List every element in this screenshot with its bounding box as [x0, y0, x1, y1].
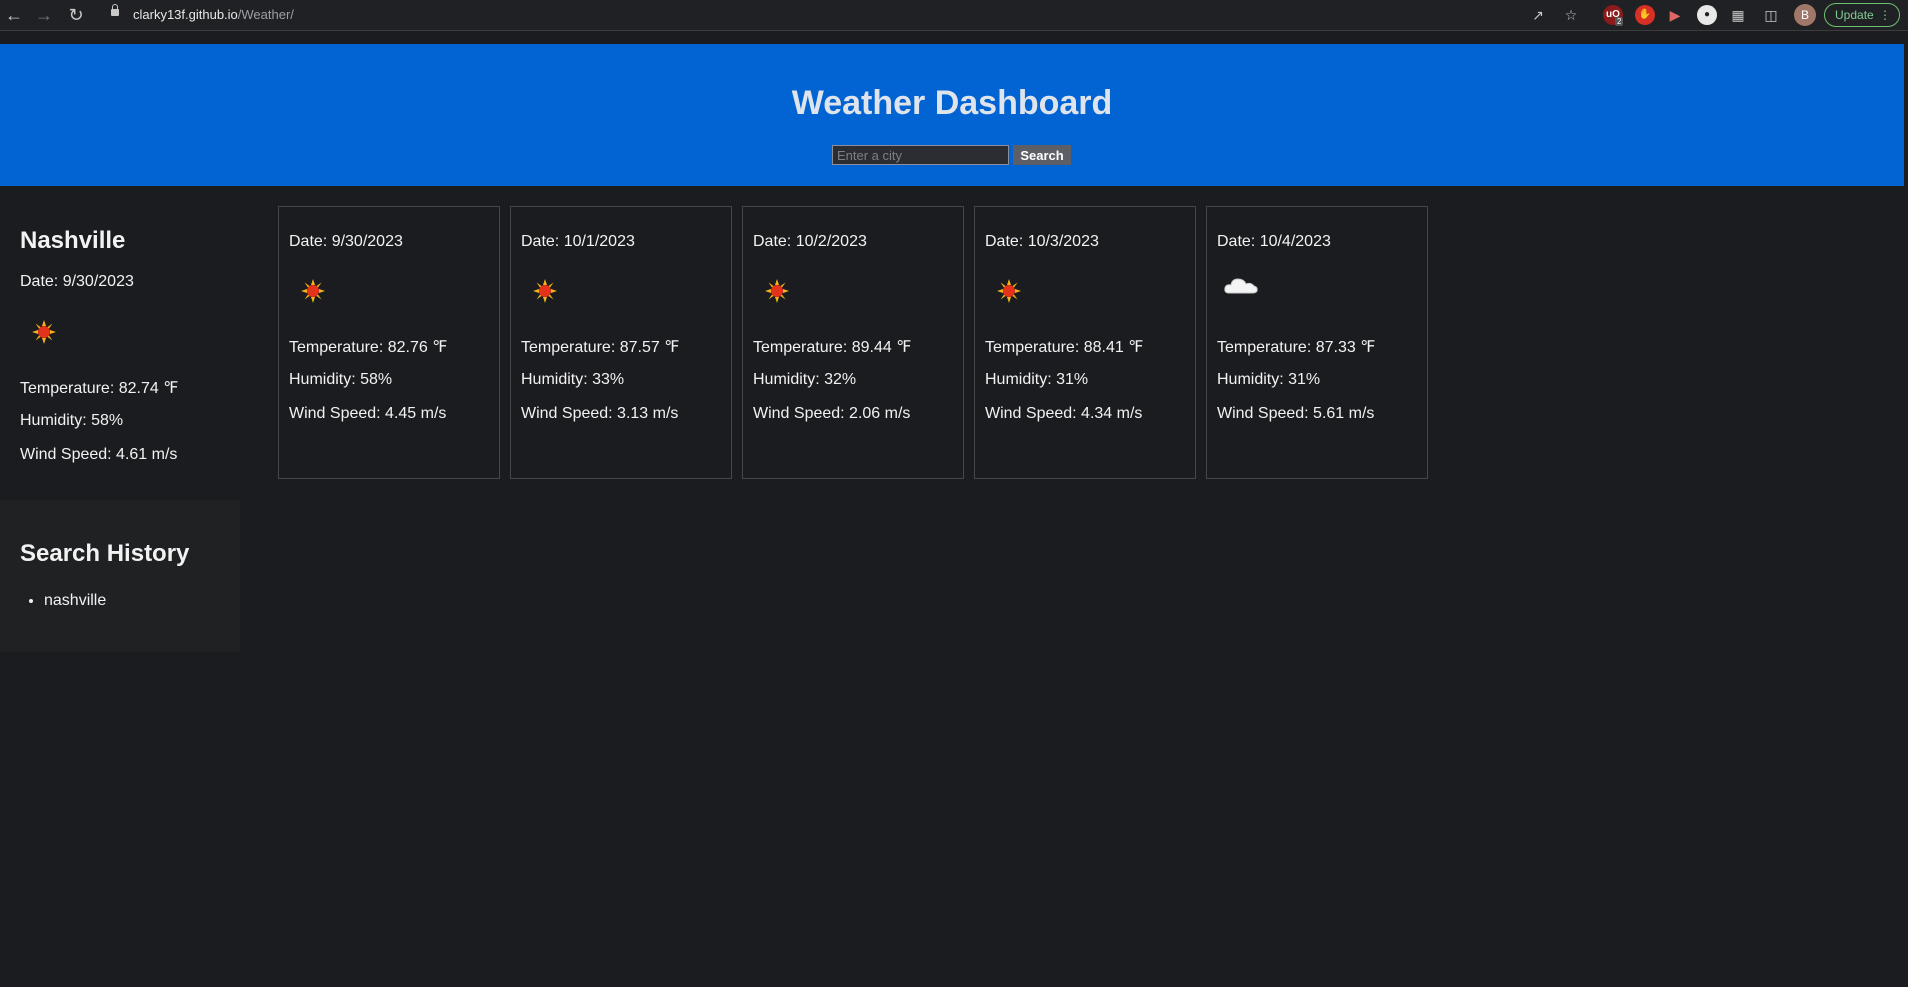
forecast-card: Date: 10/2/2023 Temperature: 89.44 ℉ Humid…	[742, 206, 964, 479]
forecast-card: Date: 10/1/2023 Temperature: 87.57 ℉ Humid…	[510, 206, 732, 479]
url-text[interactable]: clarky13f.github.io/Weather/	[133, 7, 294, 22]
sun-icon	[533, 279, 557, 303]
forecast-wind-speed: Wind Speed: 4.45 m/s	[289, 405, 447, 422]
forecast-card: Date: 10/3/2023 Temperature: 88.41 ℉ Humid…	[974, 206, 1196, 479]
share-icon[interactable]: ↗	[1528, 5, 1548, 25]
current-humidity: Humidity: 58%	[20, 412, 124, 429]
cloud-icon	[1224, 278, 1258, 294]
current-weather: Nashville Date: 9/30/2023 Temperature: 8…	[0, 186, 240, 499]
sun-icon	[765, 279, 789, 303]
sun-icon	[997, 279, 1021, 303]
profile-avatar[interactable]: B	[1794, 4, 1816, 26]
forecast-temperature: Temperature: 88.41 ℉	[985, 339, 1144, 356]
forecast-card: Date: 9/30/2023 Temperature: 82.76 ℉ Humid…	[278, 206, 500, 479]
forecast-card: Date: 10/4/2023 Temperature: 87.33 ℉ Humid…	[1206, 206, 1428, 479]
city-search-input[interactable]	[832, 145, 1009, 165]
current-wind-speed: Wind Speed: 4.61 m/s	[20, 446, 178, 463]
forecast-date: Date: 10/2/2023	[753, 233, 867, 250]
forecast-date: Date: 10/3/2023	[985, 233, 1099, 250]
forecast-date: Date: 10/1/2023	[521, 233, 635, 250]
forecast-wind-speed: Wind Speed: 3.13 m/s	[521, 405, 679, 422]
forecast-wind-speed: Wind Speed: 4.34 m/s	[985, 405, 1143, 422]
back-arrow-icon[interactable]: ←	[2, 3, 26, 27]
sun-icon	[32, 320, 56, 344]
forecast-humidity: Humidity: 33%	[521, 371, 625, 388]
forecast-wind-speed: Wind Speed: 5.61 m/s	[1217, 405, 1375, 422]
forecast-humidity: Humidity: 32%	[753, 371, 857, 388]
video-extension-icon[interactable]: ▶	[1665, 5, 1685, 25]
forecast-temperature: Temperature: 87.33 ℉	[1217, 339, 1376, 356]
circle-extension-icon[interactable]: ●	[1697, 5, 1717, 25]
current-date: Date: 9/30/2023	[20, 273, 134, 290]
reload-icon[interactable]: ↻	[64, 3, 88, 27]
forecast-temperature: Temperature: 82.76 ℉	[289, 339, 448, 356]
update-label: Update	[1835, 8, 1874, 22]
lock-icon[interactable]	[111, 4, 119, 16]
forecast-humidity: Humidity: 31%	[1217, 371, 1321, 388]
page-header: Weather Dashboard Search	[0, 44, 1904, 186]
page-title: Weather Dashboard	[791, 84, 1113, 122]
current-temperature: Temperature: 82.74 ℉	[20, 380, 179, 397]
search-history-list: nashville	[20, 592, 106, 610]
update-button[interactable]: Update ⋮	[1824, 3, 1900, 27]
forecast-date: Date: 10/4/2023	[1217, 233, 1331, 250]
search-button[interactable]: Search	[1013, 145, 1071, 165]
forecast-temperature: Temperature: 87.57 ℉	[521, 339, 680, 356]
search-history-title: Search History	[20, 540, 190, 567]
extension-badge: 2	[1615, 17, 1624, 26]
puzzle-extensions-icon[interactable]: ▦	[1728, 5, 1748, 25]
browser-toolbar: ← → ↻ clarky13f.github.io/Weather/ ↗ ☆ u…	[0, 0, 1908, 31]
forecast-humidity: Humidity: 31%	[985, 371, 1089, 388]
bookmark-star-icon[interactable]: ☆	[1561, 5, 1581, 25]
menu-dots-icon[interactable]: ⋮	[1879, 4, 1891, 26]
history-item[interactable]: nashville	[44, 592, 106, 610]
hand-extension-icon[interactable]: ✋	[1635, 5, 1655, 25]
forward-arrow-icon[interactable]: →	[32, 3, 56, 27]
address-bar[interactable]: clarky13f.github.io/Weather/	[99, 2, 1579, 28]
side-panel-icon[interactable]: ◫	[1761, 5, 1781, 25]
forecast-temperature: Temperature: 89.44 ℉	[753, 339, 912, 356]
search-history: Search History nashville	[0, 500, 240, 652]
sun-icon	[301, 279, 325, 303]
forecast-wind-speed: Wind Speed: 2.06 m/s	[753, 405, 911, 422]
forecast-date: Date: 9/30/2023	[289, 233, 403, 250]
forecast-humidity: Humidity: 58%	[289, 371, 393, 388]
current-city-name: Nashville	[20, 227, 126, 254]
